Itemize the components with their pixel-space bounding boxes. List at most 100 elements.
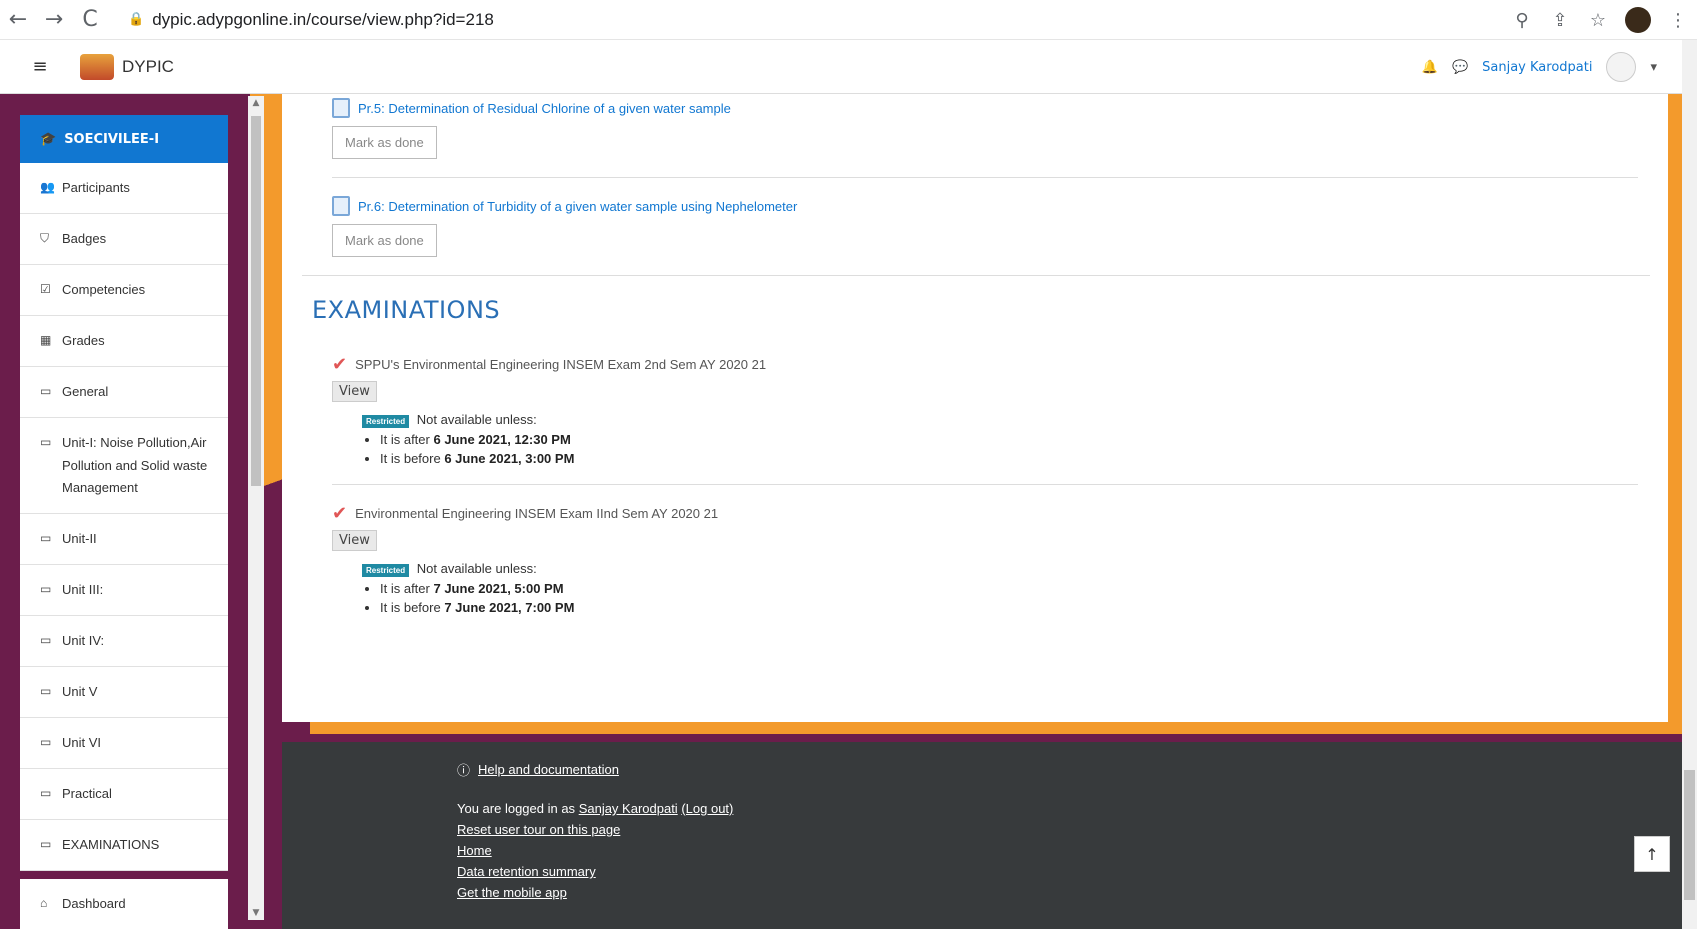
logout-link[interactable]: (Log out): [681, 801, 733, 816]
course-nav-drawer: 🎓 SOECIVILEE-I 👥 Participants ⛉ Badges ☑ Comp…: [20, 115, 228, 929]
sidebar-items: 👥 Participants ⛉ Badges ☑ Competencies ▦ Grades…: [20, 163, 228, 872]
folder-icon: ▭: [40, 435, 52, 450]
caret-down-icon[interactable]: ▾: [1650, 60, 1657, 75]
hamburger-icon[interactable]: ≡: [0, 56, 80, 77]
sidebar-item[interactable]: ▭ Unit IV:: [20, 615, 228, 668]
sidebar-item[interactable]: ▭ Unit-II: [20, 513, 228, 565]
quiz-title[interactable]: SPPU's Environmental Engineering INSEM E…: [355, 357, 766, 372]
bookmark-star-icon[interactable]: ☆: [1579, 10, 1617, 31]
after-date: 6 June 2021, 12:30 PM: [433, 432, 571, 447]
sidebar-item[interactable]: ⛉ Badges: [20, 214, 228, 266]
user-menu-name[interactable]: Sanjay Karodpati: [1482, 60, 1592, 75]
sidebar-item[interactable]: ▭ EXAMINATIONS: [20, 820, 228, 872]
sidebar-item-label: Unit V: [62, 684, 98, 700]
page-scroll-thumb[interactable]: [1684, 770, 1695, 900]
restriction-before: It is before 6 June 2021, 3:00 PM: [380, 451, 1638, 466]
notification-bell-icon[interactable]: 🔔: [1422, 60, 1438, 75]
activity-item: Pr.6: Determination of Turbidity of a gi…: [302, 196, 1668, 257]
scroll-up-icon[interactable]: ▲: [248, 98, 264, 108]
reload-icon[interactable]: C: [72, 7, 108, 32]
nav-icon: 👥: [40, 180, 55, 194]
quiz-link[interactable]: ✔ Environmental Engineering INSEM Exam I…: [332, 503, 1638, 524]
sidebar-item-label: Unit IV:: [62, 632, 105, 648]
back-icon[interactable]: ←: [0, 7, 36, 32]
reset-tour-link[interactable]: Reset user tour on this page: [457, 822, 620, 837]
sidebar-item[interactable]: ▦ Grades: [20, 316, 228, 368]
sidebar-item-label: Dashboard: [62, 896, 126, 912]
view-button[interactable]: View: [332, 381, 377, 402]
folder-icon: ▭: [40, 530, 52, 545]
sidebar-item[interactable]: ▭ Unit VI: [20, 718, 228, 770]
activity-title[interactable]: Pr.5: Determination of Residual Chlorine…: [358, 101, 731, 116]
sidebar-item[interactable]: 👥 Participants: [20, 163, 228, 215]
divider: [332, 177, 1638, 178]
share-icon[interactable]: ⇪: [1541, 10, 1579, 31]
sidebar-item-label: Unit VI: [62, 735, 102, 751]
sidebar-item[interactable]: ▭ Practical: [20, 769, 228, 821]
sidebar-item-label: Grades: [62, 333, 105, 349]
back-to-top-button[interactable]: ↑: [1634, 836, 1670, 872]
sidebar-item-dashboard[interactable]: ⌂ Dashboard: [20, 879, 228, 929]
restriction-info: Restricted Not available unless: It is a…: [332, 412, 1638, 466]
site-brand[interactable]: DYPIC: [122, 57, 174, 77]
site-logo[interactable]: [80, 53, 114, 80]
section-divider: [302, 275, 1650, 276]
forward-icon[interactable]: →: [36, 7, 72, 32]
sidebar-course-home[interactable]: 🎓 SOECIVILEE-I: [20, 115, 228, 163]
after-label: It is after: [380, 581, 430, 596]
nav-icon: ☑: [40, 282, 51, 297]
sidebar-item[interactable]: ☑ Competencies: [20, 265, 228, 317]
page-scrollbar[interactable]: [1682, 40, 1697, 929]
activity-item: Pr.5: Determination of Residual Chlorine…: [302, 98, 1668, 159]
activity-title[interactable]: Pr.6: Determination of Turbidity of a gi…: [358, 199, 797, 214]
help-link[interactable]: Help and documentation: [478, 762, 619, 777]
folder-icon: ▭: [40, 632, 52, 647]
zoom-icon[interactable]: ⚲: [1503, 10, 1541, 31]
sidebar-item[interactable]: ▭ Unit III:: [20, 564, 228, 616]
user-avatar[interactable]: [1606, 52, 1637, 82]
before-label: It is before: [380, 600, 441, 615]
home-link[interactable]: Home: [457, 843, 492, 858]
lock-icon[interactable]: 🔒: [128, 12, 144, 27]
sidebar-item-label: Unit III:: [62, 581, 104, 597]
quiz-item: ✔ SPPU's Environmental Engineering INSEM…: [302, 354, 1668, 466]
view-button[interactable]: View: [332, 530, 377, 551]
login-info: You are logged in as Sanjay Karodpati (L…: [457, 801, 1682, 816]
mark-as-done-button[interactable]: Mark as done: [332, 126, 437, 159]
footer-user-link[interactable]: Sanjay Karodpati: [579, 801, 678, 816]
sidebar-item-label: Participants: [62, 180, 130, 195]
sidebar-item[interactable]: ▭ Unit V: [20, 667, 228, 719]
scroll-down-icon[interactable]: ▼: [248, 908, 264, 918]
mark-as-done-button[interactable]: Mark as done: [332, 224, 437, 257]
message-icon[interactable]: 💬: [1452, 60, 1468, 75]
sidebar-item-label: General: [62, 384, 109, 400]
sidebar-item[interactable]: ▭ General: [20, 367, 228, 419]
sidebar-scroll-thumb[interactable]: [251, 116, 261, 486]
graduation-cap-icon: 🎓: [40, 131, 57, 147]
after-date: 7 June 2021, 5:00 PM: [433, 581, 564, 596]
section-title: EXAMINATIONS: [312, 296, 501, 324]
quiz-link[interactable]: ✔ SPPU's Environmental Engineering INSEM…: [332, 354, 1638, 375]
sidebar-scrollbar[interactable]: ▲ ▼: [248, 96, 264, 920]
document-icon: [332, 98, 350, 118]
folder-icon: ▭: [40, 684, 52, 699]
dashboard-icon: ⌂: [40, 896, 48, 911]
activity-link[interactable]: Pr.5: Determination of Residual Chlorine…: [332, 98, 1638, 118]
restricted-badge: Restricted: [362, 415, 410, 428]
data-retention-link[interactable]: Data retention summary: [457, 864, 596, 879]
quiz-title[interactable]: Environmental Engineering INSEM Exam IIn…: [355, 506, 718, 521]
sidebar-course-label: SOECIVILEE-I: [64, 131, 160, 147]
folder-icon: ▭: [40, 837, 52, 852]
menu-icon[interactable]: ⋮: [1659, 10, 1697, 31]
restriction-info: Restricted Not available unless: It is a…: [332, 561, 1638, 615]
sidebar-item-label: Practical: [62, 786, 112, 802]
profile-avatar[interactable]: [1625, 7, 1651, 33]
mobile-app-link[interactable]: Get the mobile app: [457, 885, 567, 900]
sidebar-item-label: Badges: [62, 231, 107, 247]
course-content: Pr.5: Determination of Residual Chlorine…: [282, 94, 1668, 722]
sidebar-item-label: Unit-I: Noise Pollution,Air Pollution an…: [62, 435, 208, 495]
nav-icon: ▦: [40, 333, 52, 348]
address-bar[interactable]: dypic.adypgonline.in/course/view.php?id=…: [152, 10, 494, 30]
activity-link[interactable]: Pr.6: Determination of Turbidity of a gi…: [332, 196, 1638, 216]
sidebar-item[interactable]: ▭ Unit-I: Noise Pollution,Air Pollution a…: [20, 418, 228, 514]
